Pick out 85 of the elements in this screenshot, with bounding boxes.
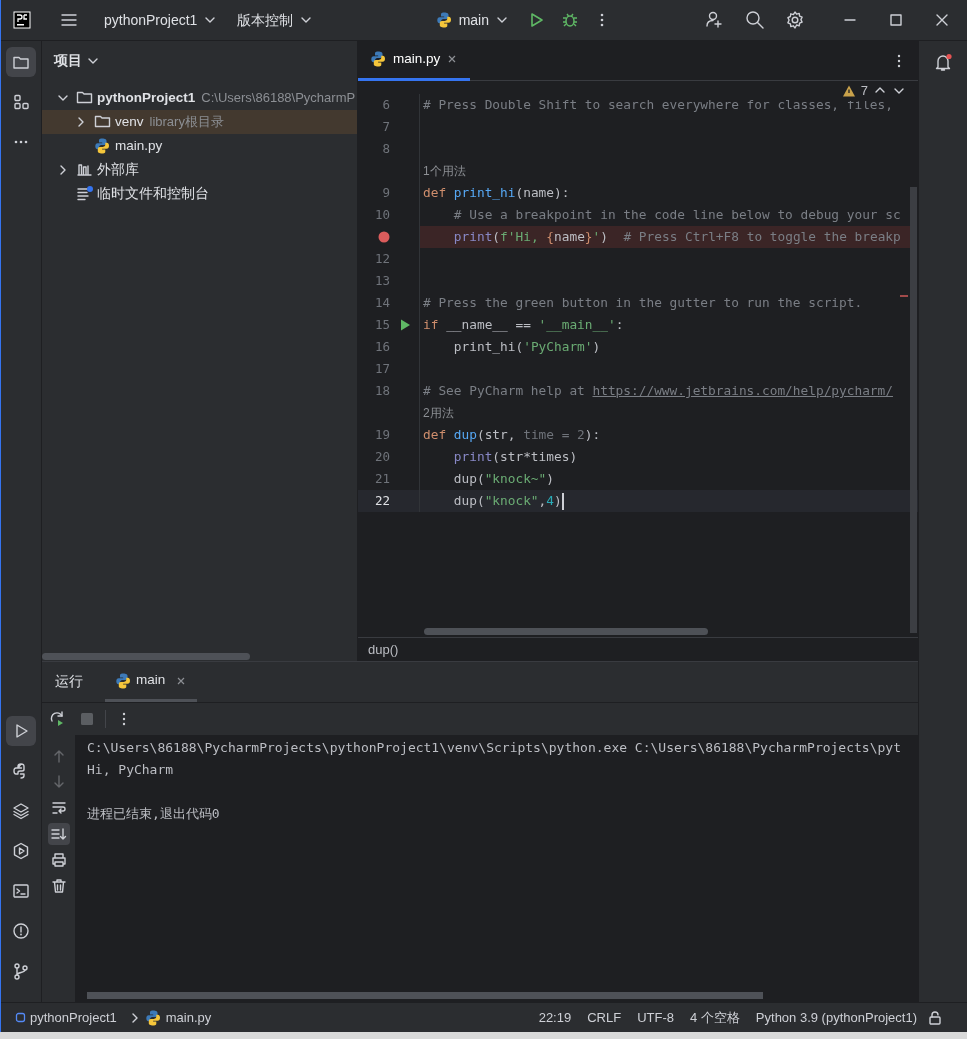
run-gutter-icon[interactable] — [398, 318, 411, 332]
usage-hint[interactable]: 1个用法 — [423, 162, 466, 180]
line-number: 12 — [374, 249, 390, 268]
code-line: # Press the green button in the gutter to run the script. — [423, 294, 863, 313]
scrollbar-thumb[interactable] — [910, 187, 917, 633]
line-number: 10 — [374, 205, 390, 224]
git-branch-icon[interactable] — [12, 962, 30, 980]
line-number: 21 — [374, 469, 390, 488]
code-line: dup("knock",4) — [452, 492, 564, 511]
structure-icon[interactable] — [12, 93, 30, 111]
code-line: print(str*times) — [452, 448, 578, 467]
library-icon — [76, 161, 93, 179]
line-number: 9 — [382, 183, 390, 202]
tree-item-label: venv — [115, 112, 144, 131]
line-number: 6 — [382, 95, 390, 114]
code-line: # See PyCharm help at https://www.jetbrains.com/help/pycharm/ — [423, 382, 893, 401]
line-number: 13 — [374, 271, 390, 290]
scrollbar-thumb[interactable] — [424, 628, 708, 635]
tree-item[interactable]: venv library根目录 — [42, 110, 357, 134]
scrollbar-thumb[interactable] — [42, 653, 250, 660]
breadcrumb[interactable]: dup() — [368, 639, 399, 660]
warning-circle-icon[interactable] — [12, 922, 30, 940]
console-output-line: 进程已结束,退出代码0 — [87, 805, 221, 823]
panel-title: 运行 — [55, 672, 83, 691]
run-tab[interactable]: main — [105, 662, 198, 702]
breadcrumb[interactable]: main.py — [144, 1007, 212, 1028]
breakpoint-icon[interactable] — [378, 231, 390, 243]
python-file-icon — [94, 137, 111, 155]
tree-item-label: 临时文件和控制台 — [97, 184, 209, 203]
layers-icon[interactable] — [12, 802, 30, 820]
code-line: print(f'Hi, {name}') # Press Ctrl+F8 to toggle the breakp — [452, 228, 901, 247]
line-number: 19 — [374, 425, 390, 444]
warning-icon — [841, 83, 856, 98]
line-number: 22 — [374, 491, 390, 510]
link[interactable]: https://www.jetbrains.com/help/pycharm/ — [592, 383, 893, 399]
code-line: if __name__ == '__main__': — [423, 316, 624, 335]
console-output-line: Hi, PyCharm — [87, 761, 175, 779]
python-file-icon — [435, 11, 453, 29]
status-item[interactable]: 22:19 — [538, 1007, 572, 1028]
code-line: # Use a breakpoint in the code line below to debug your sc — [452, 206, 901, 225]
tree-item-label: main.py — [115, 136, 163, 155]
tree-item[interactable]: 临时文件和控制台 — [42, 182, 357, 206]
code-line: def print_hi(name): — [423, 184, 570, 203]
project-dropdown[interactable]: pythonProject1 — [104, 9, 218, 31]
line-number: 17 — [374, 359, 390, 378]
tree-item-label: 外部库 — [97, 160, 139, 179]
tree-item-label: pythonProject1 — [97, 88, 196, 107]
run-config-dropdown[interactable]: main — [435, 9, 509, 31]
terminal-icon[interactable] — [12, 882, 30, 900]
python-file-icon — [144, 1008, 162, 1027]
status-item[interactable]: CRLF — [587, 1007, 622, 1028]
services-icon[interactable] — [12, 842, 30, 860]
scrollbar-thumb[interactable] — [87, 992, 763, 999]
code-line: def dup(str, time = 2): — [423, 426, 601, 445]
tree-item-hint: C:\Users\86188\PycharmP — [201, 89, 356, 108]
tool-window-button[interactable] — [6, 716, 36, 746]
line-number: 16 — [374, 337, 390, 356]
console-output-line: C:\Users\86188\PycharmProjects\pythonProject1\venv\Scripts\python.exe C:\Users\86188\PycharmProjects\pyt — [87, 739, 902, 757]
line-number: 20 — [374, 447, 390, 466]
tree-item[interactable]: main.py — [42, 134, 357, 158]
app-logo-icon — [12, 11, 31, 29]
scratch-file-icon — [76, 185, 93, 203]
line-number: 14 — [374, 293, 390, 312]
vcs-dropdown[interactable]: 版本控制 — [237, 9, 314, 31]
tree-item[interactable]: 外部库 — [42, 158, 357, 182]
module-icon — [15, 1012, 26, 1023]
status-item[interactable]: UTF-8 — [637, 1007, 674, 1028]
status-item[interactable]: Python 3.9 (pythonProject1) — [755, 1007, 917, 1028]
code-line: print_hi('PyCharm') — [452, 338, 601, 357]
line-number: 8 — [382, 139, 390, 158]
code-line: dup("knock~") — [452, 470, 554, 489]
project-view-dropdown[interactable]: 项目 — [54, 50, 100, 72]
tree-item-hint: library根目录 — [149, 113, 224, 132]
breadcrumb[interactable]: pythonProject1 — [15, 1007, 117, 1028]
usage-hint[interactable]: 2用法 — [423, 404, 454, 422]
tree-item[interactable]: pythonProject1 C:\Users\86188\PycharmP — [42, 86, 357, 110]
line-number: 18 — [374, 381, 390, 400]
line-number: 15 — [374, 315, 390, 334]
editor-tab[interactable]: main.py — [358, 40, 471, 81]
lock-icon[interactable] — [927, 1009, 943, 1026]
status-item[interactable]: 4 个空格 — [690, 1007, 740, 1028]
tool-window-button[interactable] — [6, 47, 36, 77]
python-file-icon — [115, 671, 132, 690]
python-file-icon — [370, 50, 387, 68]
line-number: 7 — [382, 117, 390, 136]
